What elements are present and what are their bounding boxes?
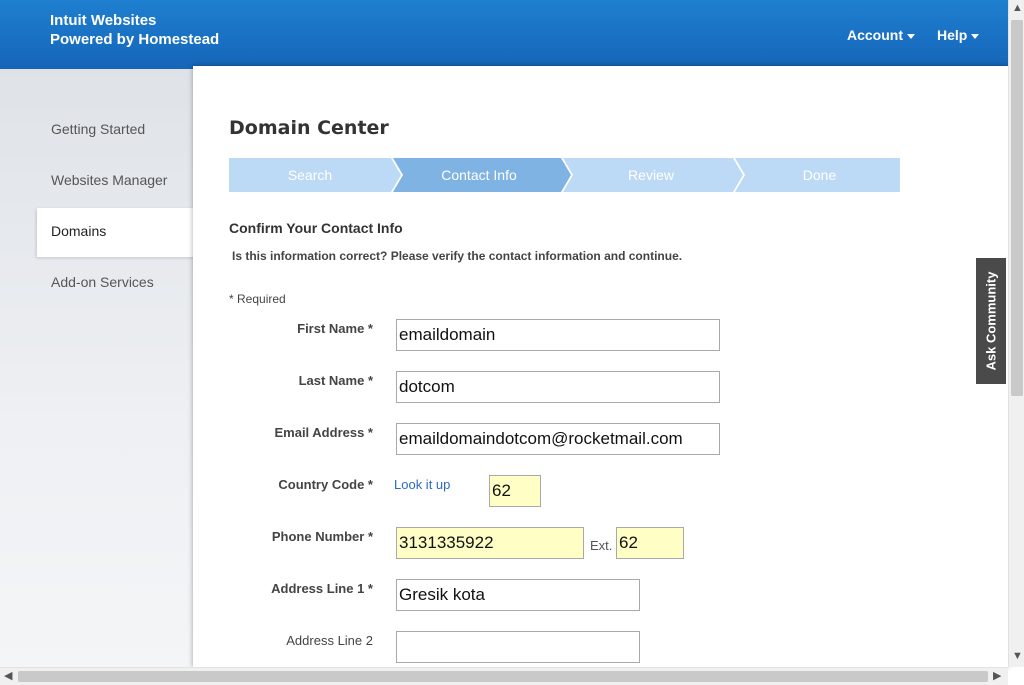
email-label: Email Address * <box>274 425 373 440</box>
sidebar-item-add-on-services[interactable]: Add-on Services <box>51 274 154 290</box>
account-menu-label: Account <box>847 27 903 43</box>
sidebar-item-getting-started[interactable]: Getting Started <box>51 121 145 137</box>
address-line-2-field[interactable] <box>396 631 640 663</box>
address-line-1-label: Address Line 1 * <box>271 581 373 596</box>
address-line-2-label: Address Line 2 <box>286 633 373 648</box>
scroll-right-icon[interactable]: ▶ <box>993 669 1001 682</box>
country-code-label: Country Code * <box>278 477 373 492</box>
help-menu[interactable]: Help <box>937 27 980 43</box>
page-title: Domain Center <box>229 117 389 139</box>
first-name-label: First Name * <box>297 321 373 336</box>
brand-line-1: Intuit Websites <box>50 12 157 29</box>
caret-down-icon <box>971 33 980 39</box>
scroll-left-icon[interactable]: ◀ <box>4 669 12 682</box>
scroll-up-icon[interactable]: ▲ <box>1012 2 1023 14</box>
last-name-label: Last Name * <box>298 373 373 388</box>
sidebar-item-domains[interactable]: Domains <box>37 208 197 257</box>
main-panel: Domain Center Search Contact Info Review… <box>193 66 1008 667</box>
vertical-scroll-thumb[interactable] <box>1011 20 1023 396</box>
intro-text: Is this information correct? Please veri… <box>232 249 683 263</box>
account-menu[interactable]: Account <box>847 27 915 43</box>
brand-logo[interactable]: Intuit Websites Powered by Homestead <box>50 11 219 49</box>
ext-label: Ext. <box>590 538 613 553</box>
caret-down-icon <box>907 33 915 39</box>
last-name-field[interactable]: dotcom <box>396 371 720 403</box>
step-search: Search <box>287 167 333 183</box>
step-contact-info: Contact Info <box>441 167 517 183</box>
required-note: * Required <box>229 292 286 306</box>
vertical-scrollbar[interactable]: ▲ ▼ <box>1008 0 1024 667</box>
ask-community-label: Ask Community <box>983 271 999 371</box>
top-header: Intuit Websites Powered by Homestead Acc… <box>0 0 1008 69</box>
sidebar: Getting Started Websites Manager Add-on … <box>0 69 195 667</box>
brand-line-2: Powered by Homestead <box>50 31 220 48</box>
phone-label: Phone Number * <box>271 529 373 544</box>
sidebar-item-websites-manager[interactable]: Websites Manager <box>51 172 167 188</box>
ext-field[interactable]: 62 <box>616 527 684 559</box>
help-menu-label: Help <box>937 27 968 43</box>
scroll-down-icon[interactable]: ▼ <box>1012 650 1023 662</box>
sidebar-item-label: Domains <box>51 223 107 239</box>
progress-steps: Search Contact Info Review Done <box>229 158 900 192</box>
step-review: Review <box>628 167 674 183</box>
ask-community-tab[interactable]: Ask Community <box>976 258 1006 384</box>
email-field[interactable]: emaildomaindotcom@rocketmail.com <box>396 423 720 455</box>
horizontal-scrollbar[interactable]: ◀ ▶ <box>0 667 1008 685</box>
look-it-up-link[interactable]: Look it up <box>394 477 450 492</box>
country-code-field[interactable]: 62 <box>489 475 541 507</box>
first-name-field[interactable]: emaildomain <box>396 319 720 351</box>
section-heading: Confirm Your Contact Info <box>229 220 403 236</box>
step-done: Done <box>802 167 837 183</box>
address-line-1-field[interactable]: Gresik kota <box>396 579 640 611</box>
horizontal-scroll-thumb[interactable] <box>18 671 988 682</box>
phone-field[interactable]: 3131335922 <box>396 527 584 559</box>
